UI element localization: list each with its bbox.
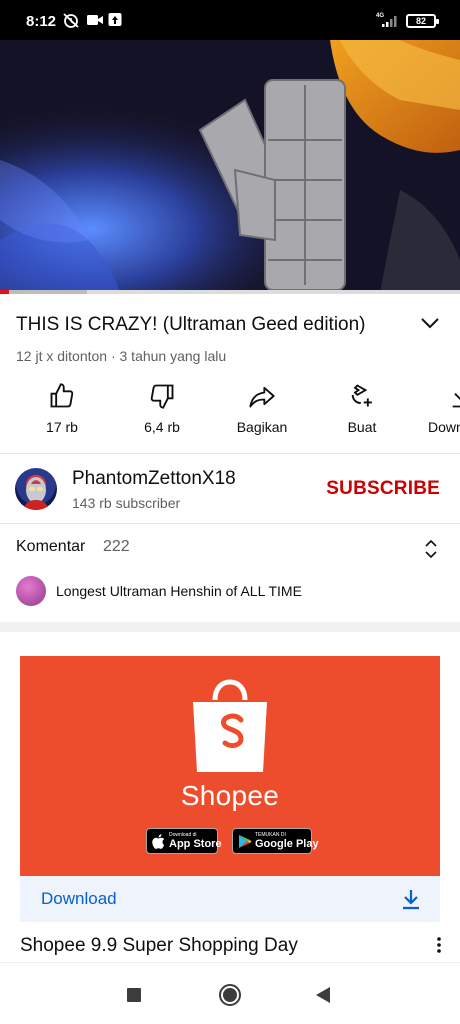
- progress-loaded: [0, 290, 88, 294]
- comments-label[interactable]: Komentar: [16, 538, 85, 556]
- channel-row[interactable]: PhantomZettonX18 143 rb subscriber SUBSC…: [0, 454, 460, 524]
- channel-name[interactable]: PhantomZettonX18: [72, 468, 236, 490]
- like-button[interactable]: 17 rb: [16, 378, 108, 435]
- download-label: Download: [428, 419, 460, 435]
- ad-title[interactable]: Shopee 9.9 Super Shopping Day: [20, 935, 298, 957]
- apple-icon: [152, 834, 165, 849]
- ad-download-label[interactable]: Download: [41, 889, 117, 909]
- chevron-down-icon[interactable]: [420, 316, 440, 330]
- comment-avatar: [16, 576, 46, 606]
- share-button[interactable]: Bagikan: [216, 378, 308, 435]
- ultraman-avatar-icon: [23, 477, 49, 510]
- subscribe-button[interactable]: SUBSCRIBE: [326, 478, 440, 500]
- video-camera-icon: [87, 15, 103, 25]
- divider: [0, 523, 460, 524]
- shopee-bag-icon: [193, 679, 267, 772]
- video-title[interactable]: THIS IS CRAZY! (Ultraman Geed edition): [16, 314, 406, 336]
- action-row: 17 rb 6,4 rb Bagikan Buat Download: [0, 378, 460, 444]
- back-icon[interactable]: [314, 985, 332, 1005]
- video-progress-bar[interactable]: [0, 290, 460, 294]
- video-meta: 12 jt x ditonton · 3 tahun yang lalu: [16, 348, 227, 364]
- status-time: 8:12: [26, 13, 57, 30]
- signal-icon: [382, 16, 397, 27]
- more-vert-icon[interactable]: [436, 936, 442, 954]
- battery-icon: 82: [406, 14, 439, 28]
- share-icon: [249, 386, 275, 408]
- progress-played: [0, 290, 10, 294]
- app-store-label: App Store: [169, 838, 222, 850]
- top-comment[interactable]: Longest Ultraman Henshin of ALL TIME: [56, 583, 302, 599]
- section-separator: [0, 622, 460, 632]
- channel-avatar[interactable]: [15, 468, 57, 510]
- expand-collapse-icon[interactable]: [424, 538, 438, 560]
- share-label: Bagikan: [236, 419, 288, 435]
- recents-icon[interactable]: [126, 987, 142, 1003]
- system-nav-bar: [0, 962, 460, 1024]
- download-button[interactable]: Download: [412, 378, 460, 435]
- thumbs-up-icon: [50, 383, 74, 408]
- app-store-badge[interactable]: Download di App Store: [146, 828, 222, 854]
- video-player[interactable]: [0, 40, 460, 292]
- home-icon[interactable]: [218, 983, 242, 1007]
- ad-banner[interactable]: Shopee Download di App Store TEMUKAN DI …: [20, 656, 440, 876]
- create-label: Buat: [347, 419, 377, 435]
- dislike-button[interactable]: 6,4 rb: [116, 378, 208, 435]
- shopee-brand: Shopee: [180, 780, 280, 811]
- create-button[interactable]: Buat: [316, 378, 408, 435]
- play-store-label: Google Play: [255, 838, 319, 850]
- video-frame: [0, 40, 460, 292]
- google-play-icon: [239, 835, 252, 848]
- like-count: 17 rb: [46, 419, 78, 435]
- remix-icon: [351, 384, 372, 407]
- ad-download-bar[interactable]: Download: [20, 876, 440, 922]
- thumbs-down-icon: [150, 384, 174, 409]
- google-play-badge[interactable]: TEMUKAN DI Google Play: [232, 828, 319, 854]
- download-icon: [452, 393, 460, 408]
- download-icon[interactable]: [402, 888, 420, 910]
- upload-icon: [108, 13, 122, 26]
- dislike-count: 6,4 rb: [144, 419, 180, 435]
- status-bar: 8:12 4G 82: [0, 0, 460, 40]
- alarm-off-icon: [63, 13, 79, 28]
- comments-count: 222: [103, 538, 130, 555]
- subscriber-count: 143 rb subscriber: [72, 495, 181, 511]
